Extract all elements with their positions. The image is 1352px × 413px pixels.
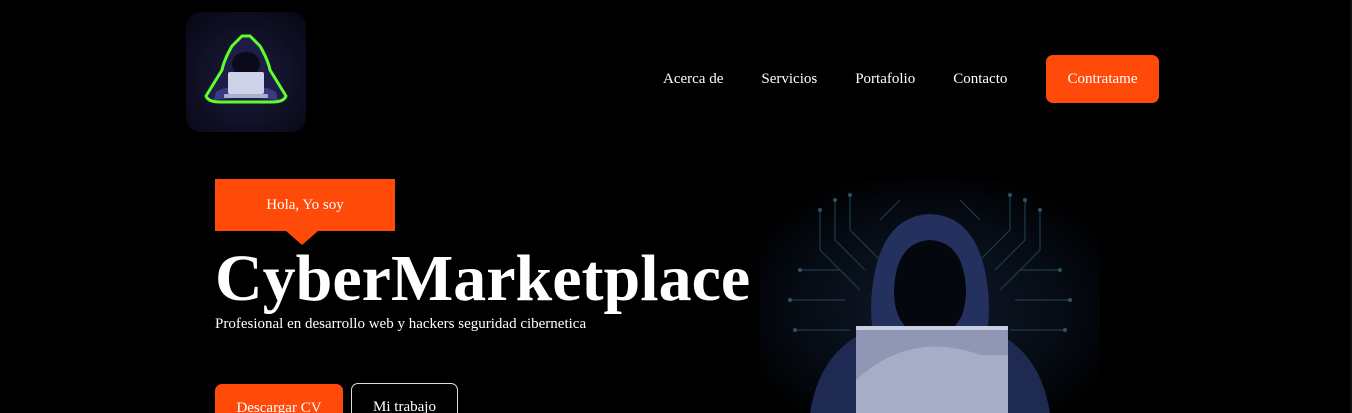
nav-link-contacto[interactable]: Contacto [953, 71, 1007, 88]
hire-me-button[interactable]: Contratame [1046, 55, 1159, 103]
hero-title: CyberMarketplace [215, 242, 751, 315]
logo[interactable] [186, 12, 306, 132]
hero-subtitle: Profesional en desarrollo web y hackers … [215, 316, 587, 332]
nav-link-servicios[interactable]: Servicios [761, 71, 817, 88]
my-work-button[interactable]: Mi trabajo [351, 383, 458, 413]
main-nav: Acerca de Servicios Portafolio Contacto [640, 55, 1045, 103]
hero-illustration [760, 180, 1100, 413]
greeting-badge: Hola, Yo soy [215, 179, 395, 231]
nav-link-portafolio[interactable]: Portafolio [855, 71, 915, 88]
hooded-hacker-illustration [760, 180, 1100, 413]
page: Acerca de Servicios Portafolio Contacto … [0, 0, 1352, 413]
download-cv-button[interactable]: Descargar CV [215, 384, 343, 413]
nav-link-acerca-de[interactable]: Acerca de [663, 71, 723, 88]
hooded-hacker-laptop-icon [204, 34, 288, 104]
